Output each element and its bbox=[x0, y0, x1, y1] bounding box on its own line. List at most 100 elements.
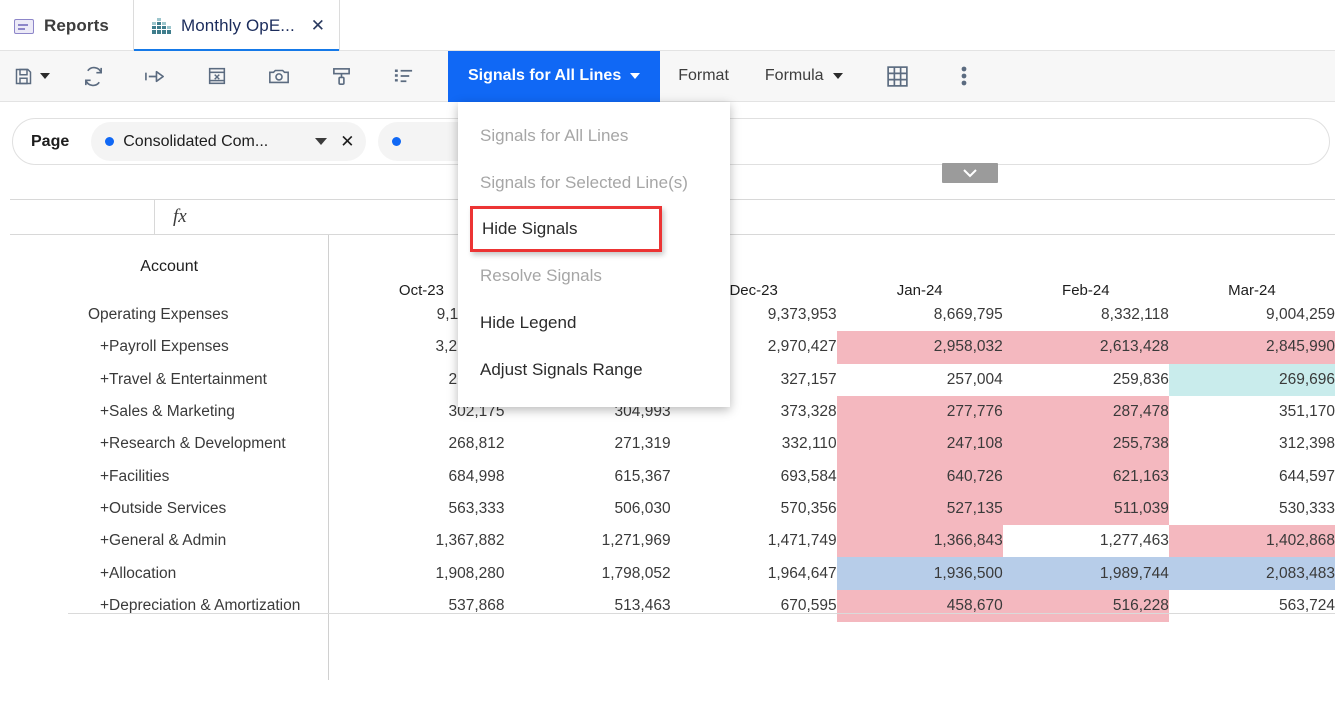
table-cell[interactable]: 640,726 bbox=[837, 460, 1003, 492]
table-cell[interactable]: 2,613,428 bbox=[1003, 331, 1169, 363]
table-cell[interactable]: 563,333 bbox=[338, 493, 504, 525]
page-filter-pill-1[interactable]: Consolidated Com... ✕ bbox=[91, 122, 366, 161]
table-cell[interactable]: 271,319 bbox=[504, 428, 670, 460]
table-cell[interactable]: 332,110 bbox=[671, 428, 837, 460]
table-cell[interactable]: 563,724 bbox=[1169, 590, 1335, 622]
table-cell[interactable]: 2,845,990 bbox=[1169, 331, 1335, 363]
save-icon[interactable] bbox=[0, 51, 62, 102]
signals-dropdown-menu: Signals for All Lines Signals for Select… bbox=[458, 102, 730, 407]
name-box[interactable] bbox=[10, 200, 155, 234]
menu-item-hide-legend[interactable]: Hide Legend bbox=[458, 299, 730, 346]
table-cell[interactable]: 9,004,259 bbox=[1169, 299, 1335, 331]
table-cell[interactable]: 693,584 bbox=[671, 460, 837, 492]
table-cell[interactable]: 530,333 bbox=[1169, 493, 1335, 525]
table-row[interactable]: +Depreciation & Amortization537,868513,4… bbox=[0, 590, 1335, 622]
folder-icon bbox=[14, 17, 34, 34]
table-cell[interactable]: 2,958,032 bbox=[837, 331, 1003, 363]
table-cell[interactable]: 615,367 bbox=[504, 460, 670, 492]
table-cell[interactable]: 621,163 bbox=[1003, 460, 1169, 492]
table-cell[interactable]: 684,998 bbox=[338, 460, 504, 492]
tab-monthly-opex[interactable]: Monthly OpE... ✕ bbox=[133, 0, 340, 51]
table-cell[interactable]: 259,836 bbox=[1003, 364, 1169, 396]
table-cell[interactable]: 1,989,744 bbox=[1003, 557, 1169, 589]
table-cell[interactable]: 268,812 bbox=[338, 428, 504, 460]
table-cell[interactable]: 255,738 bbox=[1003, 428, 1169, 460]
table-cell[interactable]: 312,398 bbox=[1169, 428, 1335, 460]
table-cell[interactable]: 458,670 bbox=[837, 590, 1003, 622]
table-cell[interactable]: 8,332,118 bbox=[1003, 299, 1169, 331]
close-icon[interactable]: ✕ bbox=[311, 17, 325, 34]
table-cell[interactable]: 1,367,882 bbox=[338, 525, 504, 557]
table-cell[interactable]: 1,366,843 bbox=[837, 525, 1003, 557]
column-header-feb-24[interactable]: Feb-24 bbox=[1003, 235, 1169, 299]
status-dot-icon bbox=[105, 137, 114, 146]
table-cell[interactable]: 506,030 bbox=[504, 493, 670, 525]
table-cell[interactable]: 1,964,647 bbox=[671, 557, 837, 589]
close-icon[interactable]: ✕ bbox=[340, 132, 354, 152]
table-row[interactable]: +Facilities684,998615,367693,584640,7266… bbox=[0, 460, 1335, 492]
table-row[interactable]: +Allocation1,908,2801,798,0521,964,6471,… bbox=[0, 557, 1335, 589]
row-label[interactable]: +Payroll Expenses bbox=[0, 331, 338, 363]
table-cell[interactable]: 351,170 bbox=[1169, 396, 1335, 428]
table-cell[interactable]: 8,669,795 bbox=[837, 299, 1003, 331]
column-header-mar-24[interactable]: Mar-24 bbox=[1169, 235, 1335, 299]
table-cell[interactable]: 1,471,749 bbox=[671, 525, 837, 557]
tab-reports-label: Reports bbox=[44, 16, 109, 36]
table-cell[interactable]: 516,228 bbox=[1003, 590, 1169, 622]
row-label[interactable]: +Sales & Marketing bbox=[0, 396, 338, 428]
row-label[interactable]: +General & Admin bbox=[0, 525, 338, 557]
chevron-down-expander[interactable] bbox=[942, 163, 998, 183]
more-vertical-icon[interactable] bbox=[935, 51, 993, 102]
table-cell[interactable]: 513,463 bbox=[504, 590, 670, 622]
row-label[interactable]: +Travel & Entertainment bbox=[0, 364, 338, 396]
row-label[interactable]: +Research & Development bbox=[0, 428, 338, 460]
table-cell[interactable]: 527,135 bbox=[837, 493, 1003, 525]
tab-reports[interactable]: Reports bbox=[0, 0, 133, 51]
formula-input[interactable]: fx bbox=[155, 200, 1335, 234]
row-label[interactable]: +Depreciation & Amortization bbox=[0, 590, 338, 622]
table-cell[interactable]: 2,083,483 bbox=[1169, 557, 1335, 589]
export-excel-icon[interactable] bbox=[186, 51, 248, 102]
table-cell[interactable]: 269,696 bbox=[1169, 364, 1335, 396]
table-cell[interactable]: 1,402,868 bbox=[1169, 525, 1335, 557]
table-cell[interactable]: 287,478 bbox=[1003, 396, 1169, 428]
table-cell[interactable]: 277,776 bbox=[837, 396, 1003, 428]
table-cell[interactable]: 1,908,280 bbox=[338, 557, 504, 589]
chevron-down-icon[interactable] bbox=[40, 73, 50, 79]
menu-item-adjust-signals-range[interactable]: Adjust Signals Range bbox=[458, 346, 730, 393]
table-grid-icon[interactable] bbox=[861, 51, 935, 102]
camera-snapshot-icon[interactable] bbox=[248, 51, 310, 102]
table-cell[interactable]: 1,277,463 bbox=[1003, 525, 1169, 557]
report-app: Reports Monthly OpE... ✕ bbox=[0, 0, 1335, 725]
table-cell[interactable]: 1,271,969 bbox=[504, 525, 670, 557]
row-label[interactable]: Operating Expenses bbox=[0, 299, 338, 331]
format-painter-icon[interactable] bbox=[310, 51, 372, 102]
sort-lines-icon[interactable] bbox=[372, 51, 434, 102]
page-filter-label: Page bbox=[31, 133, 69, 151]
table-cell[interactable]: 670,595 bbox=[671, 590, 837, 622]
table-cell[interactable]: 537,868 bbox=[338, 590, 504, 622]
table-cell[interactable]: 247,108 bbox=[837, 428, 1003, 460]
row-label[interactable]: +Allocation bbox=[0, 557, 338, 589]
menu-item-hide-signals[interactable]: Hide Signals bbox=[470, 206, 662, 252]
table-cell[interactable]: 511,039 bbox=[1003, 493, 1169, 525]
row-label[interactable]: +Facilities bbox=[0, 460, 338, 492]
chevron-down-icon[interactable] bbox=[315, 138, 327, 145]
row-label[interactable]: +Outside Services bbox=[0, 493, 338, 525]
grid-chart-icon bbox=[152, 18, 171, 34]
format-button[interactable]: Format bbox=[660, 51, 747, 102]
push-arrow-icon[interactable] bbox=[124, 51, 186, 102]
signals-for-all-lines-button[interactable]: Signals for All Lines bbox=[448, 51, 660, 102]
formula-button[interactable]: Formula bbox=[747, 51, 861, 102]
column-header-jan-24[interactable]: Jan-24 bbox=[837, 235, 1003, 299]
table-row[interactable]: +Outside Services563,333506,030570,35652… bbox=[0, 493, 1335, 525]
column-header-account[interactable]: Account bbox=[0, 235, 338, 299]
table-cell[interactable]: 1,936,500 bbox=[837, 557, 1003, 589]
table-cell[interactable]: 644,597 bbox=[1169, 460, 1335, 492]
table-cell[interactable]: 570,356 bbox=[671, 493, 837, 525]
table-row[interactable]: +Research & Development268,812271,319332… bbox=[0, 428, 1335, 460]
table-row[interactable]: +General & Admin1,367,8821,271,9691,471,… bbox=[0, 525, 1335, 557]
refresh-icon[interactable] bbox=[62, 51, 124, 102]
table-cell[interactable]: 257,004 bbox=[837, 364, 1003, 396]
table-cell[interactable]: 1,798,052 bbox=[504, 557, 670, 589]
